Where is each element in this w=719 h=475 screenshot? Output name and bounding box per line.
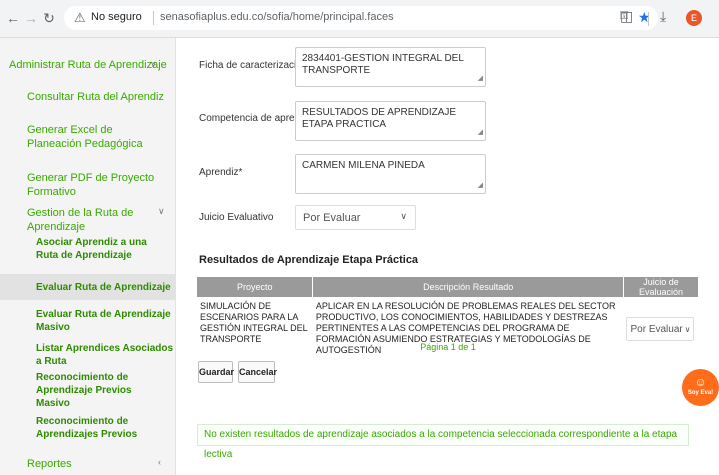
sidebar-subitem-reconocimiento-masivo[interactable]: Reconocimiento de Aprendizaje Previos Ma… — [36, 371, 166, 410]
sidebar-subitem-asociar[interactable]: Asociar Aprendiz a una Ruta de Aprendiza… — [36, 236, 166, 262]
forward-icon[interactable]: → — [22, 9, 40, 27]
sidebar-subitem-reconocimiento[interactable]: Reconocimiento de Aprendizajes Previos — [36, 415, 166, 441]
chat-icon: ☺ — [694, 375, 707, 389]
chevron-down-icon[interactable]: ∨ — [150, 59, 157, 70]
sidebar-subitem-evaluar[interactable]: Evaluar Ruta de Aprendizaje — [36, 281, 171, 294]
chevron-down-icon: ∨ — [400, 211, 407, 221]
row-juicio-select[interactable]: Por Evaluar ∨ — [626, 316, 695, 341]
extensions-icon[interactable]: ◫ — [620, 8, 633, 25]
sidebar-item-administrar[interactable]: Administrar Ruta de Aprendizaje — [9, 58, 167, 72]
info-notice: No existen resultados de aprendizaje aso… — [197, 424, 689, 460]
browser-toolbar: ← → ↻ ⚠ No seguro senasofiaplus.edu.co/s… — [0, 0, 719, 38]
chevron-down-icon: ∨ — [684, 324, 691, 334]
juicio-select[interactable]: Por Evaluar ∨ — [295, 205, 416, 230]
aprendiz-field[interactable]: CARMEN MILENA PINEDA ◢ — [295, 154, 486, 194]
resize-handle-icon[interactable]: ◢ — [478, 180, 483, 192]
juicio-label: Juicio Evaluativo — [199, 212, 274, 223]
juicio-select-value: Por Evaluar — [303, 212, 361, 224]
reload-icon[interactable]: ↻ — [40, 9, 58, 27]
sidebar-item-generar-pdf[interactable]: Generar PDF de Proyecto Formativo — [27, 171, 175, 199]
sidebar-item-gestion[interactable]: Gestion de la Ruta de Aprendizaje — [27, 206, 175, 234]
table-header-row: Proyecto Descripción Resultado Juicio de… — [197, 277, 700, 297]
chevron-left-icon[interactable]: ‹ — [158, 457, 161, 467]
ficha-field[interactable]: 2834401-GESTION INTEGRAL DEL TRANSPORTE … — [295, 47, 486, 87]
aprendiz-label: Aprendiz* — [199, 167, 243, 178]
resize-handle-icon[interactable]: ◢ — [478, 73, 483, 85]
address-bar[interactable]: ⚠ No seguro senasofiaplus.edu.co/sofia/h… — [64, 6, 658, 30]
ficha-value: 2834401-GESTION INTEGRAL DEL TRANSPORTE — [302, 53, 464, 76]
row-juicio-value: Por Evaluar — [630, 323, 683, 335]
sidebar-item-consultar[interactable]: Consultar Ruta del Aprendiz — [27, 90, 164, 104]
profile-avatar[interactable]: E — [686, 10, 702, 26]
address-divider — [153, 11, 154, 25]
competencia-value: RESULTADOS DE APRENDIZAJE ETAPA PRACTICA — [302, 107, 457, 130]
column-header-juicio: Juicio de Evaluación — [623, 277, 700, 297]
warning-icon[interactable]: ⚠ — [74, 10, 86, 26]
results-title: Resultados de Aprendizaje Etapa Práctica — [199, 254, 419, 266]
column-header-descripcion: Descripción Resultado — [312, 277, 624, 297]
chatbot-button[interactable]: ☺ Soy Eva! — [682, 369, 719, 406]
insecure-label[interactable]: No seguro — [91, 11, 142, 23]
toolbar-divider — [648, 12, 649, 26]
download-icon[interactable]: ⤓ — [660, 8, 666, 25]
chatbot-label: Soy Eva! — [687, 390, 714, 396]
chevron-down-icon[interactable]: ∨ — [158, 206, 165, 217]
sidebar-subitem-listar[interactable]: Listar Aprendices Asociados a Ruta — [36, 342, 175, 368]
sidebar-item-generar-excel[interactable]: Generar Excel de Planeación Pedagógica — [27, 123, 167, 151]
back-icon[interactable]: ← — [4, 9, 22, 27]
sidebar-subitem-evaluar-masivo[interactable]: Evaluar Ruta de Aprendizaje Masivo — [36, 308, 175, 334]
cancel-button[interactable]: Cancelar — [238, 361, 277, 383]
save-button[interactable]: Guardar — [198, 361, 234, 383]
sidebar-item-reportes[interactable]: Reportes — [27, 457, 72, 471]
column-header-proyecto: Proyecto — [197, 277, 314, 297]
sidebar: Administrar Ruta de Aprendizaje ∨ Consul… — [0, 38, 176, 475]
url-text[interactable]: senasofiaplus.edu.co/sofia/home/principa… — [160, 11, 394, 23]
aprendiz-value: CARMEN MILENA PINEDA — [302, 160, 425, 171]
resize-handle-icon[interactable]: ◢ — [478, 127, 483, 139]
competencia-field[interactable]: RESULTADOS DE APRENDIZAJE ETAPA PRACTICA… — [295, 101, 486, 141]
pager[interactable]: Página 1 de 1 — [197, 342, 699, 352]
